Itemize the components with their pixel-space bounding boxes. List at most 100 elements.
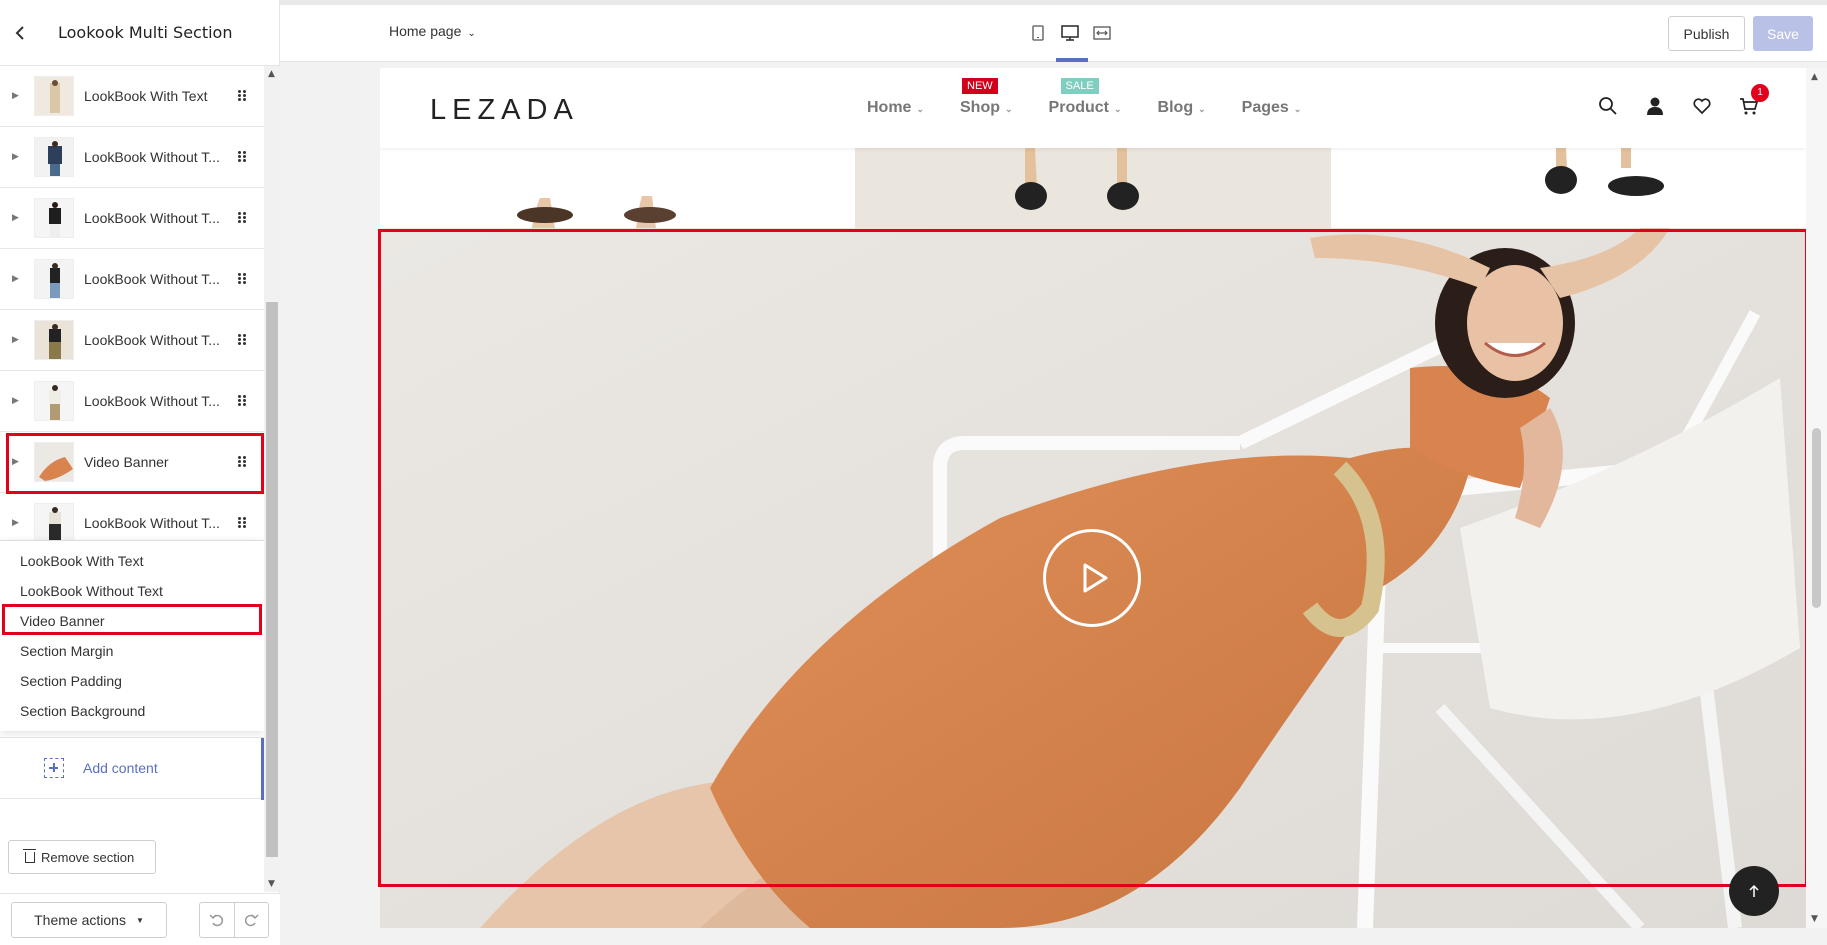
nav-blog[interactable]: Blog ⌄ <box>1158 99 1206 117</box>
drag-handle-icon[interactable] <box>238 456 246 468</box>
mobile-view-button[interactable] <box>1027 22 1049 44</box>
expand-caret-icon[interactable]: ▶ <box>12 457 20 467</box>
lookbook-image[interactable] <box>855 148 1331 228</box>
block-row-lookbook-with-text[interactable]: ▶ LookBook With Text <box>0 66 264 127</box>
add-content-button[interactable]: Add content <box>0 737 264 800</box>
undo-button[interactable] <box>200 903 235 937</box>
expand-caret-icon[interactable]: ▶ <box>12 274 20 284</box>
scroll-down-arrow-icon[interactable]: ▼ <box>1811 914 1818 924</box>
block-label: LookBook Without T... <box>84 149 220 165</box>
expand-caret-icon[interactable]: ▶ <box>12 396 20 406</box>
block-thumbnail <box>34 198 74 238</box>
cart-button[interactable]: 1 <box>1739 84 1769 118</box>
nav-label: Pages <box>1241 99 1289 116</box>
block-row-lookbook-without-text[interactable]: ▶ LookBook Without T... <box>0 249 264 310</box>
dropdown-item-section-background[interactable]: Section Background <box>0 696 264 726</box>
dropdown-item-lookbook-with-text[interactable]: LookBook With Text <box>0 546 264 576</box>
site-header: LEZADA Home ⌄ NEW Shop ⌄ SALE Product ⌄ Blo… <box>380 68 1806 148</box>
scroll-down-arrow-icon[interactable]: ▼ <box>268 879 275 889</box>
scrollbar-thumb[interactable] <box>266 302 278 857</box>
block-row-lookbook-without-text[interactable]: ▶ LookBook Without T... <box>0 371 264 432</box>
chevron-down-icon: ⌄ <box>1114 104 1122 114</box>
expand-caret-icon[interactable]: ▶ <box>12 91 20 101</box>
drag-handle-icon[interactable] <box>238 517 246 529</box>
cart-count-badge: 1 <box>1751 84 1769 102</box>
redo-icon <box>245 914 259 927</box>
redo-button[interactable] <box>235 903 269 937</box>
panel-header: Lookook Multi Section <box>0 0 279 66</box>
block-thumbnail <box>34 76 74 116</box>
expand-caret-icon[interactable]: ▶ <box>12 518 20 528</box>
publish-button[interactable]: Publish <box>1668 16 1745 51</box>
main-nav: Home ⌄ NEW Shop ⌄ SALE Product ⌄ Blog ⌄ Page… <box>867 78 1337 117</box>
site-logo[interactable]: LEZADA <box>430 94 579 127</box>
desktop-icon <box>1061 25 1079 41</box>
page-selector-label: Home page <box>389 23 462 39</box>
add-content-label: Add content <box>83 760 158 776</box>
dropdown-item-video-banner[interactable]: Video Banner <box>0 606 264 636</box>
device-active-indicator <box>1056 58 1088 62</box>
drag-handle-icon[interactable] <box>238 212 246 224</box>
play-button[interactable] <box>1043 529 1141 627</box>
block-thumbnail <box>34 503 74 543</box>
device-toggle <box>1027 22 1113 44</box>
block-thumbnail <box>34 320 74 360</box>
play-icon <box>1083 563 1108 593</box>
back-button[interactable] <box>0 0 40 66</box>
wishlist-button[interactable] <box>1692 96 1714 118</box>
account-button[interactable] <box>1645 96 1667 118</box>
scrollbar-thumb[interactable] <box>1812 428 1821 608</box>
nav-shop[interactable]: NEW Shop ⌄ <box>960 78 1013 117</box>
scroll-up-arrow-icon[interactable]: ▲ <box>268 69 275 79</box>
drag-handle-icon[interactable] <box>238 395 246 407</box>
save-button[interactable]: Save <box>1753 16 1813 51</box>
block-label: LookBook With Text <box>84 88 208 104</box>
remove-section-button[interactable]: Remove section <box>8 840 156 874</box>
drag-handle-icon[interactable] <box>238 273 246 285</box>
panel-scrollbar[interactable]: ▲ ▼ <box>264 66 280 892</box>
add-block-dropdown: LookBook With Text LookBook Without Text… <box>0 540 264 731</box>
chevron-down-icon: ⌄ <box>1005 104 1013 114</box>
search-button[interactable] <box>1598 96 1620 118</box>
scroll-up-arrow-icon[interactable]: ▲ <box>1811 72 1818 82</box>
nav-badge-new: NEW <box>962 78 998 98</box>
page-selector[interactable]: Home page ⌄ <box>389 23 476 39</box>
block-row-lookbook-without-text[interactable]: ▶ LookBook Without T... <box>0 310 264 371</box>
panel-footer: Theme actions ▼ <box>0 893 280 945</box>
desktop-view-button[interactable] <box>1059 22 1081 44</box>
dropdown-item-lookbook-without-text[interactable]: LookBook Without Text <box>0 576 264 606</box>
nav-home[interactable]: Home ⌄ <box>867 99 924 117</box>
expand-caret-icon[interactable]: ▶ <box>12 335 20 345</box>
theme-actions-button[interactable]: Theme actions ▼ <box>11 902 167 938</box>
drag-handle-icon[interactable] <box>238 151 246 163</box>
lookbook-image[interactable] <box>380 148 856 228</box>
lookbook-image[interactable] <box>1330 148 1806 228</box>
chevron-down-icon: ⌄ <box>916 104 924 114</box>
dropdown-item-section-padding[interactable]: Section Padding <box>0 666 264 696</box>
arrow-up-icon <box>1749 884 1759 897</box>
drag-handle-icon[interactable] <box>238 334 246 346</box>
dropdown-item-section-margin[interactable]: Section Margin <box>0 636 264 666</box>
trash-icon <box>23 848 36 863</box>
block-label: LookBook Without T... <box>84 393 220 409</box>
block-row-video-banner[interactable]: ▶ Video Banner <box>0 432 264 493</box>
nav-label: Product <box>1048 99 1109 116</box>
site-preview: LEZADA Home ⌄ NEW Shop ⌄ SALE Product ⌄ Blo… <box>380 68 1806 928</box>
expand-caret-icon[interactable]: ▶ <box>12 213 20 223</box>
block-label: LookBook Without T... <box>84 271 220 287</box>
expand-caret-icon[interactable]: ▶ <box>12 152 20 162</box>
block-thumbnail <box>34 137 74 177</box>
nav-pages[interactable]: Pages ⌄ <box>1242 99 1302 117</box>
preview-scrollbar[interactable]: ▲ ▼ <box>1806 68 1827 928</box>
drag-handle-icon[interactable] <box>238 90 246 102</box>
add-icon <box>44 758 64 778</box>
lookbook-strip <box>380 148 1806 228</box>
block-row-lookbook-without-text[interactable]: ▶ LookBook Without T... <box>0 188 264 249</box>
nav-label: Shop <box>960 99 1000 116</box>
fullwidth-icon <box>1093 26 1111 40</box>
fullwidth-view-button[interactable] <box>1091 22 1113 44</box>
nav-label: Home <box>867 99 912 116</box>
nav-product[interactable]: SALE Product ⌄ <box>1048 78 1122 117</box>
scroll-to-top-button[interactable] <box>1729 866 1779 916</box>
block-row-lookbook-without-text[interactable]: ▶ LookBook Without T... <box>0 127 264 188</box>
